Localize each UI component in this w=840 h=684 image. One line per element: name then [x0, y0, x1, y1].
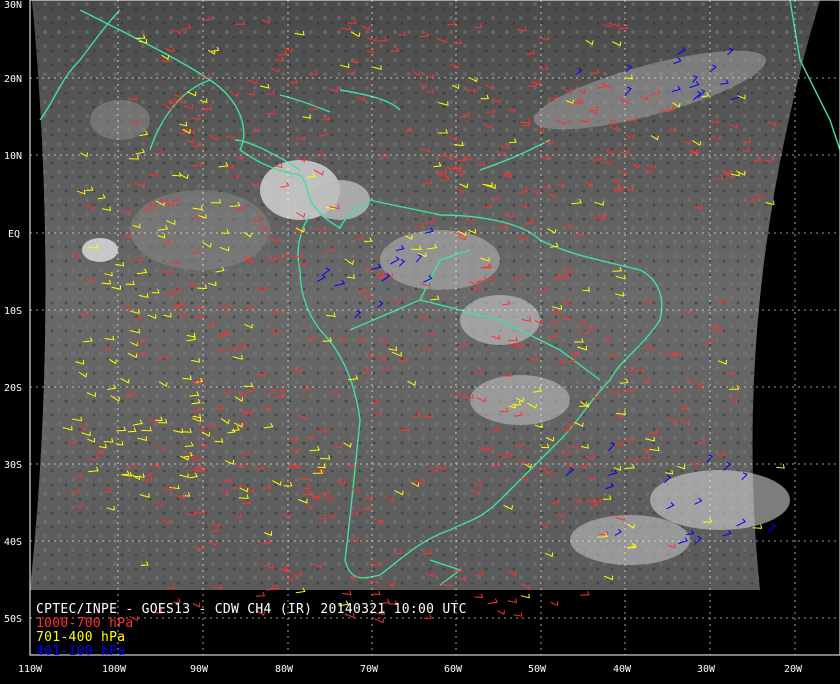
legend-mid-level: 701-400 hPa	[36, 630, 126, 645]
lon-label: 30W	[697, 664, 716, 675]
wind-barb	[507, 598, 518, 604]
wind-barb	[371, 590, 381, 595]
wind-barb	[776, 464, 785, 469]
wind-barb	[550, 601, 559, 607]
lat-label: 20N	[4, 74, 22, 85]
wind-barb	[513, 612, 523, 617]
lon-label: 80W	[275, 664, 294, 675]
latitude-labels: 30N 20N 10N EQ 10S 20S 30S 40S 50S	[4, 0, 22, 625]
lat-label: 10S	[4, 306, 22, 317]
lon-label: 90W	[190, 664, 209, 675]
legend-low-level: 1000-700 hPa	[36, 616, 134, 631]
wind-barb	[255, 591, 266, 597]
wind-barb	[342, 590, 352, 596]
wind-barb	[767, 523, 776, 533]
longitude-labels: 110W 100W 90W 80W 70W 60W 50W 40W 30W 20…	[18, 664, 803, 675]
lat-label: 40S	[4, 537, 22, 548]
satellite-image	[30, 0, 820, 590]
legend-high-level: 401-100 hPa	[36, 644, 126, 659]
lon-label: 60W	[444, 664, 463, 675]
lat-label: 30S	[4, 460, 22, 471]
lon-label: 100W	[102, 664, 127, 675]
lon-label: 20W	[784, 664, 803, 675]
wind-barb	[520, 593, 530, 599]
wind-barb	[374, 618, 384, 624]
lon-label: 110W	[18, 664, 43, 675]
lon-label: 40W	[613, 664, 632, 675]
satellite-wind-map: 30N 20N 10N EQ 10S 20S 30S 40S 50S 110W …	[0, 0, 840, 680]
lat-label: EQ	[8, 229, 20, 240]
lat-label: 30N	[4, 0, 22, 11]
lat-label: 50S	[4, 614, 22, 625]
lat-label: 20S	[4, 383, 22, 394]
lon-label: 50W	[528, 664, 547, 675]
product-title: CPTEC/INPE - GOES13 - CDW CH4 (IR) 20140…	[36, 602, 467, 617]
lat-label: 10N	[4, 151, 22, 162]
wind-barb	[487, 598, 498, 605]
wind-barb	[474, 593, 484, 599]
wind-barb	[497, 609, 505, 615]
lon-label: 70W	[360, 664, 379, 675]
wind-barb	[580, 590, 590, 596]
